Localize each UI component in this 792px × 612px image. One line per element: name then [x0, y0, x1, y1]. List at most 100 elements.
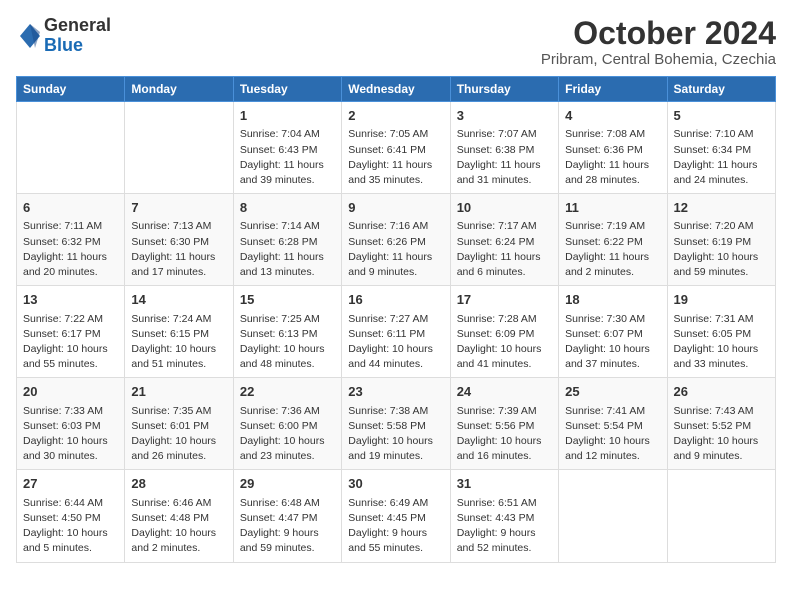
- day-number: 5: [674, 107, 769, 125]
- day-number: 29: [240, 475, 335, 493]
- day-number: 30: [348, 475, 443, 493]
- calendar-cell: [667, 470, 775, 562]
- day-number: 7: [131, 199, 226, 217]
- calendar-cell: 2 Sunrise: 7:05 AM Sunset: 6:41 PM Daylig…: [342, 102, 450, 194]
- calendar-cell: 15 Sunrise: 7:25 AM Sunset: 6:13 PM Dayli…: [233, 286, 341, 378]
- day-number: 10: [457, 199, 552, 217]
- day-number: 22: [240, 383, 335, 401]
- calendar-body: 1 Sunrise: 7:04 AM Sunset: 6:43 PM Daylig…: [17, 102, 776, 562]
- day-info: Sunrise: 6:49 AM Sunset: 4:45 PM Dayligh…: [348, 496, 443, 557]
- day-number: 8: [240, 199, 335, 217]
- calendar-cell: 16Sunrise: 7:27 AM Sunset: 6:11 PM Dayli…: [342, 286, 450, 378]
- calendar-cell: 11Sunrise: 7:19 AM Sunset: 6:22 PM Dayli…: [559, 194, 667, 286]
- day-info: Sunrise: 7:11 AM Sunset: 6:32 PM Dayligh…: [23, 219, 118, 280]
- weekday-header-wednesday: Wednesday: [342, 77, 450, 102]
- calendar-cell: [17, 102, 125, 194]
- day-number: 26: [674, 383, 769, 401]
- calendar-cell: 5 Sunrise: 7:10 AM Sunset: 6:34 PM Daylig…: [667, 102, 775, 194]
- logo: General Blue: [16, 16, 111, 56]
- day-number: 4: [565, 107, 660, 125]
- day-info: Sunrise: 7:19 AM Sunset: 6:22 PM Dayligh…: [565, 219, 660, 280]
- calendar-cell: 28Sunrise: 6:46 AM Sunset: 4:48 PM Dayli…: [125, 470, 233, 562]
- day-info: Sunrise: 7:36 AM Sunset: 6:00 PM Dayligh…: [240, 404, 335, 465]
- day-info: Sunrise: 7:28 AM Sunset: 6:09 PM Dayligh…: [457, 312, 552, 373]
- calendar-cell: 13 Sunrise: 7:22 AM Sunset: 6:17 PM Dayli…: [17, 286, 125, 378]
- calendar-cell: 29 Sunrise: 6:48 AM Sunset: 4:47 PM Dayli…: [233, 470, 341, 562]
- day-number: 16: [348, 291, 443, 309]
- day-info: Sunrise: 7:24 AM Sunset: 6:15 PM Dayligh…: [131, 312, 226, 373]
- week-row-3: 13 Sunrise: 7:22 AM Sunset: 6:17 PM Dayli…: [17, 286, 776, 378]
- day-info: Sunrise: 7:38 AM Sunset: 5:58 PM Dayligh…: [348, 404, 443, 465]
- day-info: Sunrise: 7:39 AM Sunset: 5:56 PM Dayligh…: [457, 404, 552, 465]
- day-info: Sunrise: 7:20 AM Sunset: 6:19 PM Dayligh…: [674, 219, 769, 280]
- calendar-cell: 10 Sunrise: 7:17 AM Sunset: 6:24 PM Dayli…: [450, 194, 558, 286]
- calendar-cell: 25Sunrise: 7:41 AM Sunset: 5:54 PM Dayli…: [559, 378, 667, 470]
- logo-icon: [18, 22, 42, 50]
- weekday-header-monday: Monday: [125, 77, 233, 102]
- day-number: 9: [348, 199, 443, 217]
- calendar-cell: 26 Sunrise: 7:43 AM Sunset: 5:52 PM Dayli…: [667, 378, 775, 470]
- month-title: October 2024: [541, 16, 776, 51]
- day-info: Sunrise: 7:10 AM Sunset: 6:34 PM Dayligh…: [674, 127, 769, 188]
- calendar-cell: 18Sunrise: 7:30 AM Sunset: 6:07 PM Dayli…: [559, 286, 667, 378]
- week-row-2: 6 Sunrise: 7:11 AM Sunset: 6:32 PM Daylig…: [17, 194, 776, 286]
- calendar-cell: [559, 470, 667, 562]
- calendar-cell: 8Sunrise: 7:14 AM Sunset: 6:28 PM Daylig…: [233, 194, 341, 286]
- calendar-cell: 14Sunrise: 7:24 AM Sunset: 6:15 PM Dayli…: [125, 286, 233, 378]
- day-number: 18: [565, 291, 660, 309]
- calendar-cell: 24 Sunrise: 7:39 AM Sunset: 5:56 PM Dayli…: [450, 378, 558, 470]
- location: Pribram, Central Bohemia, Czechia: [541, 51, 776, 68]
- day-number: 25: [565, 383, 660, 401]
- calendar-cell: [125, 102, 233, 194]
- day-number: 13: [23, 291, 118, 309]
- day-info: Sunrise: 7:43 AM Sunset: 5:52 PM Dayligh…: [674, 404, 769, 465]
- day-info: Sunrise: 7:31 AM Sunset: 6:05 PM Dayligh…: [674, 312, 769, 373]
- day-info: Sunrise: 6:44 AM Sunset: 4:50 PM Dayligh…: [23, 496, 118, 557]
- day-number: 24: [457, 383, 552, 401]
- day-info: Sunrise: 7:22 AM Sunset: 6:17 PM Dayligh…: [23, 312, 118, 373]
- day-info: Sunrise: 7:17 AM Sunset: 6:24 PM Dayligh…: [457, 219, 552, 280]
- day-number: 6: [23, 199, 118, 217]
- logo-text: General Blue: [44, 16, 111, 56]
- calendar-cell: 22 Sunrise: 7:36 AM Sunset: 6:00 PM Dayli…: [233, 378, 341, 470]
- day-number: 27: [23, 475, 118, 493]
- day-number: 2: [348, 107, 443, 125]
- day-info: Sunrise: 6:51 AM Sunset: 4:43 PM Dayligh…: [457, 496, 552, 557]
- day-number: 15: [240, 291, 335, 309]
- day-info: Sunrise: 7:35 AM Sunset: 6:01 PM Dayligh…: [131, 404, 226, 465]
- day-info: Sunrise: 7:16 AM Sunset: 6:26 PM Dayligh…: [348, 219, 443, 280]
- calendar-cell: 4Sunrise: 7:08 AM Sunset: 6:36 PM Daylig…: [559, 102, 667, 194]
- calendar-cell: 27 Sunrise: 6:44 AM Sunset: 4:50 PM Dayli…: [17, 470, 125, 562]
- day-number: 28: [131, 475, 226, 493]
- weekday-header-friday: Friday: [559, 77, 667, 102]
- calendar-cell: 7Sunrise: 7:13 AM Sunset: 6:30 PM Daylig…: [125, 194, 233, 286]
- calendar-cell: 21Sunrise: 7:35 AM Sunset: 6:01 PM Dayli…: [125, 378, 233, 470]
- calendar-cell: 23 Sunrise: 7:38 AM Sunset: 5:58 PM Dayli…: [342, 378, 450, 470]
- weekday-header-saturday: Saturday: [667, 77, 775, 102]
- calendar-cell: 17 Sunrise: 7:28 AM Sunset: 6:09 PM Dayli…: [450, 286, 558, 378]
- day-info: Sunrise: 7:04 AM Sunset: 6:43 PM Dayligh…: [240, 127, 335, 188]
- weekday-header-tuesday: Tuesday: [233, 77, 341, 102]
- day-number: 12: [674, 199, 769, 217]
- week-row-1: 1 Sunrise: 7:04 AM Sunset: 6:43 PM Daylig…: [17, 102, 776, 194]
- day-info: Sunrise: 6:48 AM Sunset: 4:47 PM Dayligh…: [240, 496, 335, 557]
- calendar-header: SundayMondayTuesdayWednesdayThursdayFrid…: [17, 77, 776, 102]
- calendar-cell: 9 Sunrise: 7:16 AM Sunset: 6:26 PM Daylig…: [342, 194, 450, 286]
- day-number: 23: [348, 383, 443, 401]
- day-info: Sunrise: 7:33 AM Sunset: 6:03 PM Dayligh…: [23, 404, 118, 465]
- page-header: General Blue October 2024 Pribram, Centr…: [16, 16, 776, 68]
- day-number: 31: [457, 475, 552, 493]
- weekday-row: SundayMondayTuesdayWednesdayThursdayFrid…: [17, 77, 776, 102]
- day-number: 17: [457, 291, 552, 309]
- calendar-cell: 31 Sunrise: 6:51 AM Sunset: 4:43 PM Dayli…: [450, 470, 558, 562]
- week-row-5: 27 Sunrise: 6:44 AM Sunset: 4:50 PM Dayli…: [17, 470, 776, 562]
- day-number: 3: [457, 107, 552, 125]
- calendar-cell: 1 Sunrise: 7:04 AM Sunset: 6:43 PM Daylig…: [233, 102, 341, 194]
- day-info: Sunrise: 7:25 AM Sunset: 6:13 PM Dayligh…: [240, 312, 335, 373]
- day-number: 1: [240, 107, 335, 125]
- weekday-header-sunday: Sunday: [17, 77, 125, 102]
- week-row-4: 20Sunrise: 7:33 AM Sunset: 6:03 PM Dayli…: [17, 378, 776, 470]
- title-block: October 2024 Pribram, Central Bohemia, C…: [541, 16, 776, 68]
- calendar-cell: 30 Sunrise: 6:49 AM Sunset: 4:45 PM Dayli…: [342, 470, 450, 562]
- day-info: Sunrise: 7:05 AM Sunset: 6:41 PM Dayligh…: [348, 127, 443, 188]
